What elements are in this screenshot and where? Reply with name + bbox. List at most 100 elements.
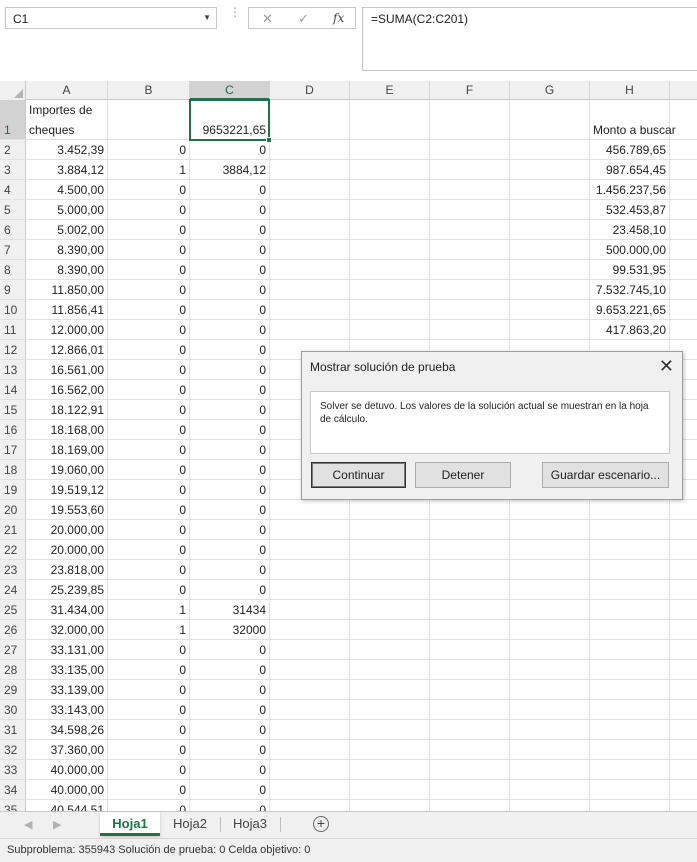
cell-g[interactable] <box>510 280 590 299</box>
row-header[interactable]: 30 <box>0 700 26 719</box>
stop-button[interactable]: Detener <box>415 462 511 488</box>
cell-a[interactable]: 40.000,00 <box>26 760 108 779</box>
close-icon[interactable]: ✕ <box>659 356 674 377</box>
cell-d[interactable] <box>270 300 350 319</box>
cell-i[interactable] <box>670 600 697 619</box>
cell-h[interactable] <box>590 620 670 639</box>
cell-c[interactable]: 0 <box>190 660 270 679</box>
cell-g[interactable] <box>510 500 590 519</box>
add-sheet-icon[interactable]: + <box>313 816 329 832</box>
cell-a[interactable]: 11.850,00 <box>26 280 108 299</box>
cell-d[interactable] <box>270 780 350 799</box>
cell-d[interactable] <box>270 500 350 519</box>
cell-c[interactable]: 0 <box>190 460 270 479</box>
row-header[interactable]: 10 <box>0 300 26 319</box>
row-header[interactable]: 29 <box>0 680 26 699</box>
cell-b[interactable]: 0 <box>108 580 190 599</box>
row-header[interactable]: 20 <box>0 500 26 519</box>
cell-a[interactable]: 20.000,00 <box>26 520 108 539</box>
name-box[interactable]: C1 ▼ <box>5 7 217 29</box>
cell-a[interactable]: 33.139,00 <box>26 680 108 699</box>
cell-d[interactable] <box>270 720 350 739</box>
cell-i[interactable] <box>670 540 697 559</box>
cell-c[interactable]: 0 <box>190 720 270 739</box>
cell-f[interactable] <box>430 500 510 519</box>
cell-g[interactable] <box>510 160 590 179</box>
cell-c[interactable]: 0 <box>190 280 270 299</box>
cell-h[interactable]: 9.653.221,65 <box>590 300 670 319</box>
cell-b[interactable]: 0 <box>108 800 190 811</box>
cell-f[interactable] <box>430 520 510 539</box>
continue-button[interactable]: Continuar <box>311 462 406 488</box>
row-header[interactable]: 3 <box>0 160 26 179</box>
cell-f[interactable] <box>430 600 510 619</box>
cell-b[interactable]: 0 <box>108 340 190 359</box>
cell-i[interactable] <box>670 220 697 239</box>
cell-f[interactable] <box>430 160 510 179</box>
cell-i[interactable] <box>670 300 697 319</box>
cell-a[interactable]: 5.000,00 <box>26 200 108 219</box>
cell-d[interactable] <box>270 320 350 339</box>
cell-f[interactable] <box>430 640 510 659</box>
cell-a[interactable]: 18.122,91 <box>26 400 108 419</box>
save-scenario-button[interactable]: Guardar escenario... <box>542 462 669 488</box>
cell-b[interactable]: 0 <box>108 320 190 339</box>
cell-h[interactable] <box>590 500 670 519</box>
cell-c[interactable]: 0 <box>190 560 270 579</box>
cell-d[interactable] <box>270 540 350 559</box>
cell-e[interactable] <box>350 740 430 759</box>
cell-a[interactable]: 3.884,12 <box>26 160 108 179</box>
row-header[interactable]: 15 <box>0 400 26 419</box>
cell-b[interactable]: 0 <box>108 200 190 219</box>
cell-d[interactable] <box>270 100 350 139</box>
cell-g[interactable] <box>510 240 590 259</box>
cell-i[interactable] <box>670 260 697 279</box>
cell-c[interactable]: 0 <box>190 340 270 359</box>
cell-a[interactable]: 37.360,00 <box>26 740 108 759</box>
cell-f[interactable] <box>430 220 510 239</box>
cell-b[interactable]: 0 <box>108 660 190 679</box>
row-header[interactable]: 9 <box>0 280 26 299</box>
cell-b[interactable]: 0 <box>108 400 190 419</box>
cell-c[interactable]: 0 <box>190 260 270 279</box>
cell-a[interactable]: 19.060,00 <box>26 460 108 479</box>
row-header[interactable]: 23 <box>0 560 26 579</box>
cell-a[interactable]: 32.000,00 <box>26 620 108 639</box>
cell-h[interactable] <box>590 760 670 779</box>
cell-d[interactable] <box>270 600 350 619</box>
cell-a[interactable]: 8.390,00 <box>26 240 108 259</box>
cell-d[interactable] <box>270 200 350 219</box>
cell-b[interactable]: 0 <box>108 460 190 479</box>
cell-f[interactable] <box>430 680 510 699</box>
cell-g[interactable] <box>510 680 590 699</box>
cell-c[interactable]: 0 <box>190 220 270 239</box>
cell-h[interactable] <box>590 640 670 659</box>
cell-h[interactable]: 532.453,87 <box>590 200 670 219</box>
cell-a[interactable]: 25.239,85 <box>26 580 108 599</box>
cell-b[interactable]: 0 <box>108 700 190 719</box>
cell-f[interactable] <box>430 280 510 299</box>
cell-b[interactable]: 0 <box>108 220 190 239</box>
column-header-partial[interactable] <box>670 81 697 100</box>
cell-f[interactable] <box>430 320 510 339</box>
cell-b[interactable]: 0 <box>108 680 190 699</box>
cell-c[interactable]: 0 <box>190 300 270 319</box>
cell-e[interactable] <box>350 260 430 279</box>
cell-b[interactable]: 0 <box>108 640 190 659</box>
formula-input[interactable]: =SUMA(C2:C201) <box>362 7 697 71</box>
cell-c[interactable]: 0 <box>190 760 270 779</box>
row-header[interactable]: 14 <box>0 380 26 399</box>
cell-a[interactable]: 19.553,60 <box>26 500 108 519</box>
cell-a[interactable]: 12.000,00 <box>26 320 108 339</box>
cell-h[interactable]: 7.532.745,10 <box>590 280 670 299</box>
cell-h[interactable] <box>590 520 670 539</box>
cell-i[interactable] <box>670 800 697 811</box>
cell-b[interactable]: 0 <box>108 420 190 439</box>
cell-c[interactable]: 0 <box>190 740 270 759</box>
cell-d[interactable] <box>270 280 350 299</box>
cell-a[interactable]: 40.544,51 <box>26 800 108 811</box>
cell-g[interactable] <box>510 200 590 219</box>
row-header[interactable]: 34 <box>0 780 26 799</box>
row-header[interactable]: 27 <box>0 640 26 659</box>
scroll-tabs-right-icon[interactable]: ▶ <box>53 818 61 831</box>
